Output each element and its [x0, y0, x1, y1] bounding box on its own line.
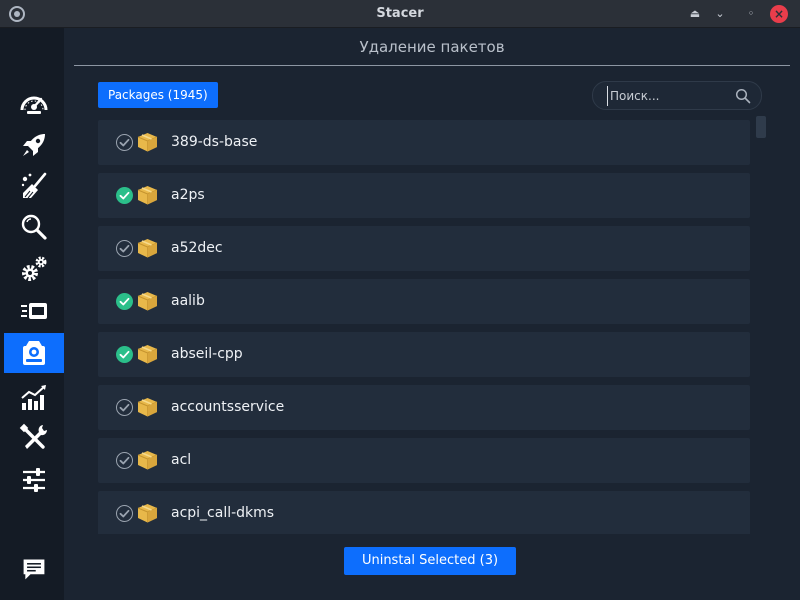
package-name: abseil-cpp — [171, 346, 243, 362]
maximize-button[interactable]: ◦ — [742, 5, 760, 23]
package-name: acpi_call-dkms — [171, 505, 275, 521]
process-icon — [21, 303, 47, 319]
sliders-icon — [23, 468, 45, 492]
package-box-icon — [137, 398, 158, 417]
package-name: accountsservice — [171, 399, 285, 415]
package-name: a2ps — [171, 187, 205, 203]
shade-button[interactable]: ⏏ — [686, 5, 704, 23]
package-box-icon — [137, 345, 158, 364]
main-panel: Удаление пакетов Packages (1945) 389-ds-… — [64, 28, 800, 600]
package-row[interactable]: accountsservice — [98, 385, 750, 430]
package-box-icon — [137, 504, 158, 523]
sidebar — [0, 28, 64, 600]
page-title: Удаление пакетов — [74, 28, 790, 66]
checked-circle-icon[interactable] — [116, 346, 133, 363]
package-box-icon — [137, 186, 158, 205]
magnifier-icon — [21, 214, 47, 240]
unchecked-circle-icon[interactable] — [116, 134, 133, 151]
sidebar-item-uninstaller[interactable] — [4, 333, 64, 373]
unchecked-circle-icon[interactable] — [116, 399, 133, 416]
search-icon[interactable] — [735, 88, 751, 104]
package-row[interactable]: 389-ds-base — [98, 120, 750, 165]
package-box-icon — [137, 292, 158, 311]
package-row[interactable]: a52dec — [98, 226, 750, 271]
scrollbar-thumb[interactable] — [756, 116, 766, 138]
unchecked-circle-icon[interactable] — [116, 452, 133, 469]
tab-packages[interactable]: Packages (1945) — [98, 82, 218, 108]
gears-icon — [22, 256, 47, 281]
package-row[interactable]: aalib — [98, 279, 750, 324]
uninstall-selected-button[interactable]: Uninstal Selected (3) — [344, 547, 516, 575]
package-row[interactable]: acl — [98, 438, 750, 483]
package-name: a52dec — [171, 240, 223, 256]
window-title: Stacer — [376, 6, 424, 21]
sidebar-item-cleaner[interactable] — [4, 166, 64, 206]
tools-icon — [19, 423, 48, 449]
sidebar-item-startup[interactable] — [4, 125, 64, 165]
package-row[interactable]: a2ps — [98, 173, 750, 218]
package-name: 389-ds-base — [171, 134, 258, 150]
package-box-icon — [137, 451, 158, 470]
sidebar-item-processes[interactable] — [4, 291, 64, 331]
checked-circle-icon[interactable] — [116, 187, 133, 204]
package-name: aalib — [171, 293, 205, 309]
feedback-icon — [23, 559, 45, 580]
sidebar-item-settings[interactable] — [4, 460, 64, 500]
feedback-button[interactable] — [4, 549, 64, 589]
package-row[interactable]: acpi_call-dkms — [98, 491, 750, 534]
package-icon — [23, 341, 45, 365]
speedometer-icon — [20, 96, 48, 114]
sidebar-item-resources[interactable] — [4, 378, 64, 418]
minimize-button[interactable]: ⌄ — [711, 5, 729, 23]
sidebar-item-dashboard[interactable] — [4, 83, 64, 123]
unchecked-circle-icon[interactable] — [116, 505, 133, 522]
package-name: acl — [171, 452, 192, 468]
search-input[interactable] — [607, 86, 727, 106]
sidebar-item-helpers[interactable] — [4, 418, 64, 458]
sidebar-item-search[interactable] — [4, 207, 64, 247]
broom-icon — [21, 172, 47, 199]
close-button[interactable]: × — [770, 5, 788, 23]
unchecked-circle-icon[interactable] — [116, 240, 133, 257]
search-box — [592, 81, 762, 110]
bar-chart-icon — [21, 385, 46, 410]
checked-circle-icon[interactable] — [116, 293, 133, 310]
package-row[interactable]: abseil-cpp — [98, 332, 750, 377]
package-list: 389-ds-base a2ps a52dec aalib abseil-cpp acco… — [98, 120, 750, 534]
sidebar-item-services[interactable] — [4, 249, 64, 289]
package-box-icon — [137, 239, 158, 258]
package-box-icon — [137, 133, 158, 152]
title-bar: Stacer ⏏ ⌄ ◦ × — [0, 0, 800, 28]
rocket-icon — [23, 134, 45, 156]
